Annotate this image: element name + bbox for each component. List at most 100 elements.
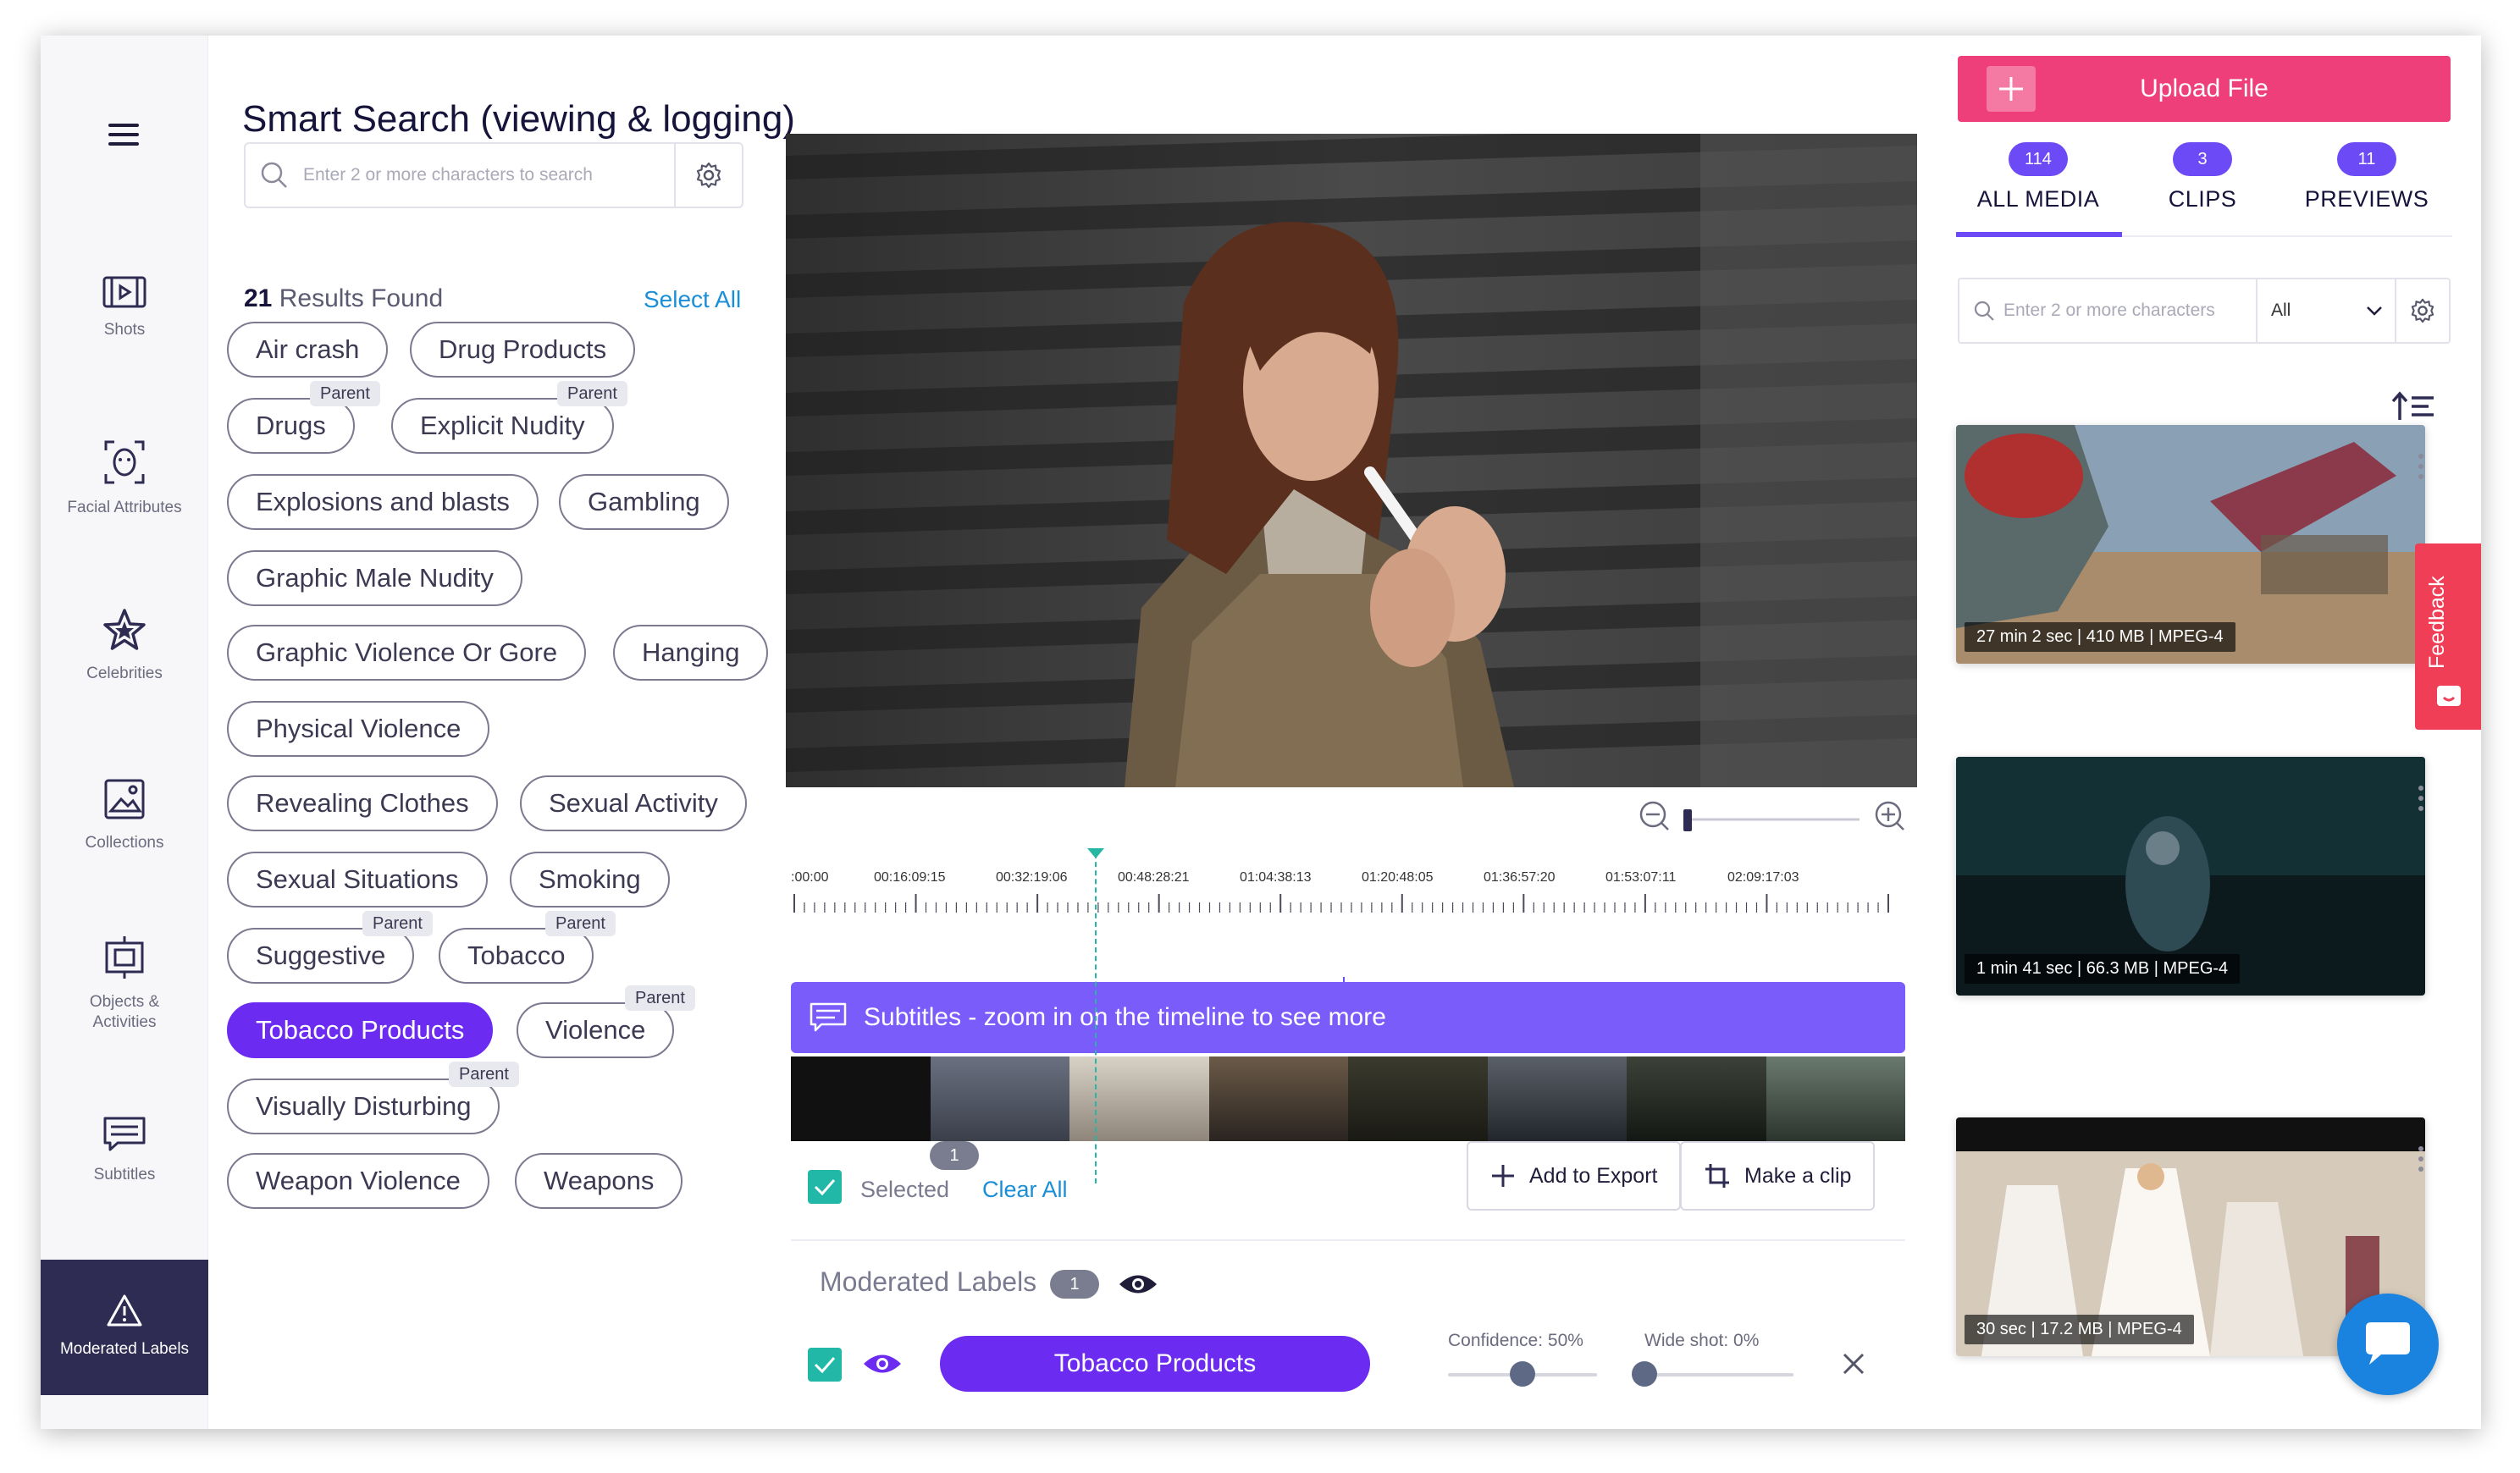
- moderated-labels-panel: Moderated Labels 1 Tobacco Products Conf…: [791, 1239, 1905, 1429]
- subtitles-icon: [103, 1117, 146, 1151]
- thumbnail-filmstrip[interactable]: [791, 1056, 1905, 1141]
- plus-icon: [1492, 1165, 1514, 1187]
- search-settings-button[interactable]: [674, 144, 742, 207]
- search-icon: [1974, 301, 1994, 321]
- label-chip[interactable]: Graphic Violence Or Gore: [227, 625, 587, 681]
- selected-label: Selected: [860, 1177, 950, 1202]
- confidence-label: Confidence: 50%: [1448, 1331, 1583, 1350]
- label-chip[interactable]: Weapon Violence: [227, 1153, 489, 1209]
- label-chip[interactable]: Air crash: [227, 322, 389, 378]
- selected-checkbox[interactable]: [808, 1170, 842, 1204]
- media-search-input[interactable]: Enter 2 or more characters: [1995, 301, 2256, 321]
- sidebar-item-objects-activities[interactable]: Objects & Activities: [41, 935, 208, 1033]
- object-detect-icon: [105, 936, 144, 979]
- media-card[interactable]: 1 min 41 sec | 66.3 MB | MPEG-4: [1956, 757, 2425, 996]
- eye-icon[interactable]: [862, 1351, 903, 1376]
- close-icon[interactable]: [1841, 1351, 1866, 1376]
- media-more-menu[interactable]: [2417, 454, 2425, 479]
- chevron-down-icon: [2367, 306, 2382, 316]
- subtitles-icon: [810, 1002, 847, 1032]
- tab-clips[interactable]: 3 CLIPS: [2120, 142, 2285, 212]
- parent-badge: Parent: [310, 381, 380, 406]
- label-chip[interactable]: Hanging: [613, 625, 769, 681]
- results-count: 21 Results Found: [244, 284, 444, 312]
- video-player[interactable]: [786, 134, 1917, 787]
- tab-all-media[interactable]: 114 ALL MEDIA: [1956, 142, 2120, 212]
- timeline-zoom[interactable]: [1634, 797, 1914, 840]
- media-more-menu[interactable]: [2417, 1146, 2425, 1172]
- sidebar-item-moderated-labels[interactable]: Moderated Labels: [41, 1260, 208, 1395]
- sidebar-item-facial-attributes[interactable]: Facial Attributes: [41, 439, 208, 518]
- timeline-tick: :00:00: [791, 870, 829, 885]
- sidebar-item-celebrities[interactable]: Celebrities: [41, 608, 208, 684]
- sidebar: Shots Facial Attributes Celebrities Coll…: [41, 36, 208, 1429]
- label-search[interactable]: Enter 2 or more characters to search: [244, 142, 743, 208]
- selection-toolbar: Selected 1 Clear All Add to Export Make …: [791, 1141, 1905, 1234]
- media-card[interactable]: 27 min 2 sec | 410 MB | MPEG-4: [1956, 425, 2425, 664]
- wide-shot-slider-handle[interactable]: [1632, 1361, 1657, 1387]
- filmstrip-frame: [930, 1056, 1069, 1141]
- moderated-count-badge: 1: [1050, 1270, 1099, 1299]
- feedback-tab[interactable]: Feedback: [2415, 543, 2481, 730]
- label-chip[interactable]: Gambling: [559, 474, 729, 530]
- sidebar-item-subtitles[interactable]: Subtitles: [41, 1116, 208, 1185]
- menu-icon[interactable]: [108, 124, 139, 146]
- tab-previews[interactable]: 11 PREVIEWS: [2285, 142, 2449, 212]
- add-to-export-button[interactable]: Add to Export: [1467, 1141, 1682, 1211]
- sidebar-item-shots[interactable]: Shots: [41, 276, 208, 340]
- media-filter-select[interactable]: All: [2256, 279, 2395, 342]
- zoom-out-icon[interactable]: [1639, 801, 1669, 830]
- gear-icon: [696, 162, 721, 189]
- label-chip[interactable]: Graphic Male Nudity: [227, 550, 522, 606]
- timeline-playhead[interactable]: [1095, 853, 1097, 1183]
- subtitles-track[interactable]: Subtitles - zoom in on the timeline to s…: [791, 982, 1905, 1053]
- label-chip[interactable]: Revealing Clothes: [227, 775, 498, 831]
- clear-all-link[interactable]: Clear All: [982, 1177, 1068, 1203]
- label-checkbox[interactable]: [808, 1348, 842, 1382]
- face-scan-icon: [104, 440, 145, 484]
- confidence-slider-handle[interactable]: [1510, 1361, 1535, 1387]
- moderated-label-button[interactable]: Tobacco Products: [940, 1336, 1370, 1392]
- sidebar-item-collections[interactable]: Collections: [41, 777, 208, 853]
- chat-button[interactable]: [2337, 1294, 2439, 1395]
- label-chip[interactable]: Explosions and blasts: [227, 474, 539, 530]
- media-meta: 27 min 2 sec | 410 MB | MPEG-4: [1965, 622, 2235, 652]
- media-search[interactable]: Enter 2 or more characters All: [1958, 278, 2451, 344]
- upload-file-button[interactable]: Upload File: [1958, 56, 2451, 122]
- filmstrip-frame: [1208, 1056, 1348, 1141]
- sort-icon[interactable]: [2391, 391, 2435, 422]
- moderated-labels-title: Moderated Labels: [820, 1266, 1037, 1297]
- media-more-menu[interactable]: [2417, 786, 2425, 811]
- label-chip[interactable]: Physical Violence: [227, 701, 490, 757]
- label-chip[interactable]: Sexual Situations: [227, 852, 488, 908]
- plus-icon: [1987, 66, 2036, 112]
- label-chip[interactable]: Drug Products: [410, 322, 636, 378]
- wide-shot-slider[interactable]: [1644, 1373, 1793, 1376]
- eye-icon[interactable]: [1118, 1272, 1158, 1297]
- feedback-label: Feedback: [2425, 576, 2449, 669]
- subtitles-track-label: Subtitles - zoom in on the timeline to s…: [864, 1003, 1386, 1031]
- selected-count-badge: 1: [930, 1141, 979, 1170]
- timeline-ruler[interactable]: [793, 894, 1890, 913]
- image-gallery-icon: [104, 779, 145, 819]
- select-all-link[interactable]: Select All: [644, 286, 741, 313]
- label-chip[interactable]: Sexual Activity: [520, 775, 747, 831]
- playhead-arrow-icon[interactable]: [1086, 847, 1106, 860]
- media-meta: 1 min 41 sec | 66.3 MB | MPEG-4: [1965, 954, 2241, 984]
- chat-icon: [2366, 1322, 2410, 1365]
- label-chip[interactable]: Smoking: [510, 852, 670, 908]
- filmstrip-frame: [1069, 1056, 1209, 1141]
- app-window: Shots Facial Attributes Celebrities Coll…: [41, 36, 2481, 1429]
- sidebar-item-label: Objects &: [89, 993, 160, 1011]
- label-chip[interactable]: Weapons: [515, 1153, 683, 1209]
- zoom-in-icon[interactable]: [1875, 801, 1904, 830]
- sidebar-item-label: Subtitles: [93, 1166, 156, 1183]
- gear-icon: [2411, 298, 2434, 323]
- label-chip-selected[interactable]: Tobacco Products: [227, 1002, 494, 1058]
- media-settings-button[interactable]: [2395, 279, 2449, 342]
- search-input[interactable]: Enter 2 or more characters to search: [303, 165, 674, 185]
- zoom-slider-handle[interactable]: [1683, 809, 1692, 831]
- filmstrip-frame: [1766, 1056, 1905, 1141]
- make-clip-button[interactable]: Make a clip: [1680, 1141, 1876, 1211]
- search-icon: [261, 162, 287, 188]
